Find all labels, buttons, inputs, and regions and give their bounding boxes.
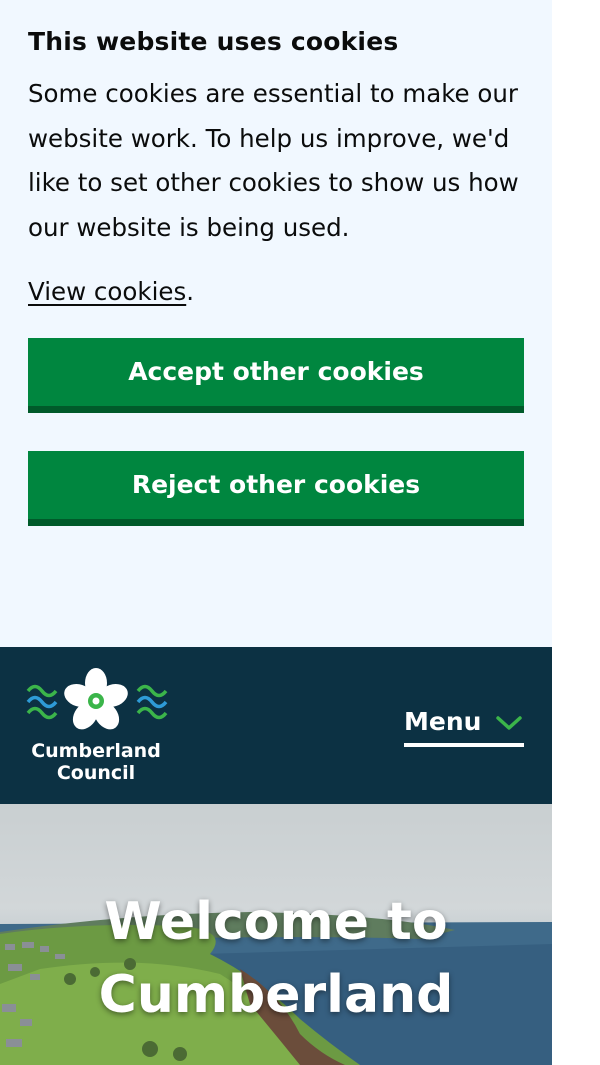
menu-button[interactable]: Menu bbox=[404, 705, 524, 747]
cumberland-council-logo[interactable]: Cumberland Council bbox=[26, 667, 168, 785]
logo-line-1: Cumberland bbox=[31, 740, 161, 762]
view-cookies-paragraph: View cookies. bbox=[28, 274, 524, 310]
site-header: Cumberland Council Menu bbox=[0, 647, 552, 804]
page: This website uses cookies Some cookies a… bbox=[0, 0, 552, 1065]
reject-cookies-button[interactable]: Reject other cookies bbox=[28, 451, 524, 526]
cookie-banner-title: This website uses cookies bbox=[28, 27, 399, 56]
flower-waves-icon bbox=[26, 668, 168, 730]
view-cookies-link[interactable]: View cookies bbox=[28, 277, 186, 306]
chevron-down-icon bbox=[496, 716, 522, 730]
logo-wordmark: Cumberland Council bbox=[26, 740, 166, 784]
cookie-banner-text: Some cookies are essential to make our w… bbox=[28, 79, 519, 242]
hero-heading-line-1: Welcome to bbox=[104, 892, 448, 952]
hero-heading: Welcome to Cumberland bbox=[0, 886, 552, 1032]
view-cookies-suffix: . bbox=[186, 277, 195, 306]
logo-line-2: Council bbox=[56, 762, 136, 784]
hero-heading-line-2: Cumberland bbox=[98, 965, 454, 1025]
cookie-banner: This website uses cookies Some cookies a… bbox=[0, 0, 552, 647]
hero-banner: Welcome to Cumberland bbox=[0, 804, 552, 1065]
menu-label: Menu bbox=[404, 707, 482, 736]
accept-cookies-button[interactable]: Accept other cookies bbox=[28, 338, 524, 413]
